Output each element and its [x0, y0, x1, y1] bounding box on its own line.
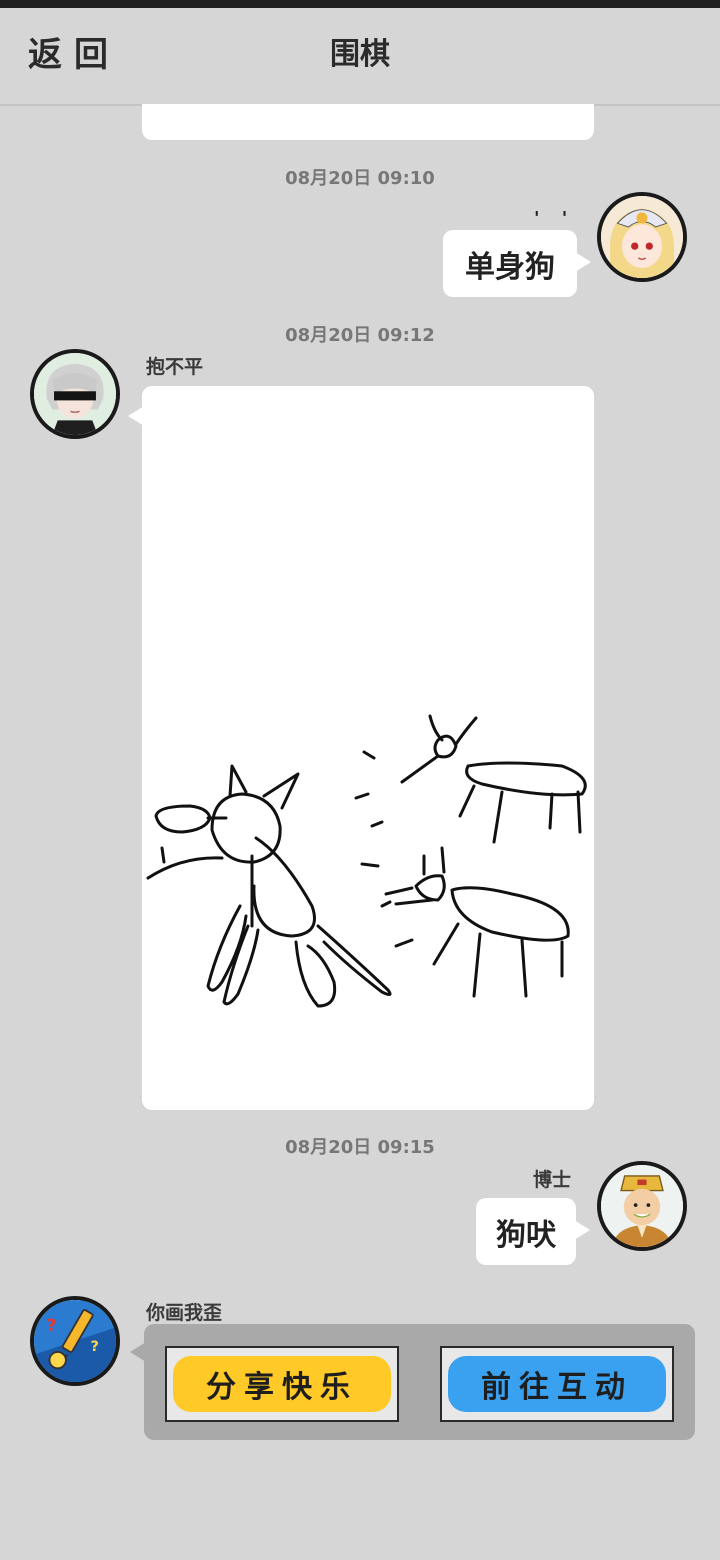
avatar[interactable]: ? ?	[30, 1296, 120, 1386]
svg-text:?: ?	[90, 1338, 98, 1355]
button-label: 分享快乐	[206, 1370, 358, 1405]
nav-bar: 返回 围棋	[0, 8, 720, 106]
chat-screen: 返回 围棋 08月20日 09:10 ' ' 单身狗 08月20日 09:12	[0, 0, 720, 1560]
avatar[interactable]	[597, 192, 687, 282]
sender-name: 你画我歪	[146, 1302, 223, 1324]
share-joy-button[interactable]: 分享快乐	[165, 1346, 399, 1422]
button-label: 前往互动	[481, 1370, 633, 1405]
scholar-avatar-icon	[601, 1165, 683, 1247]
message-bubble[interactable]: 狗吠	[476, 1198, 590, 1265]
blindfold-character-avatar-icon	[34, 353, 116, 435]
timestamp: 08月20日 09:15	[285, 1137, 435, 1158]
drawing-message-bubble[interactable]	[128, 386, 594, 1110]
svg-text:?: ?	[47, 1316, 57, 1335]
timestamp: 08月20日 09:10	[285, 168, 435, 189]
draw-game-avatar-icon: ? ?	[34, 1300, 116, 1382]
sender-name: 抱不平	[146, 356, 204, 378]
avatar[interactable]	[597, 1161, 687, 1251]
doodle-drawing	[146, 714, 587, 1008]
anime-girl-avatar-icon	[601, 196, 683, 278]
avatar[interactable]	[30, 349, 120, 439]
go-interact-button[interactable]: 前往互动	[440, 1346, 674, 1422]
page-title: 围棋	[330, 37, 390, 72]
timestamp: 08月20日 09:12	[285, 325, 435, 346]
sender-name: 博士	[533, 1169, 572, 1191]
previous-message-bubble[interactable]	[142, 104, 594, 140]
ticks-decoration: ' '	[534, 208, 576, 229]
game-invite-card: 分享快乐 前往互动	[130, 1324, 695, 1440]
status-bar	[0, 0, 720, 8]
message-bubble[interactable]: 单身狗	[443, 230, 591, 297]
